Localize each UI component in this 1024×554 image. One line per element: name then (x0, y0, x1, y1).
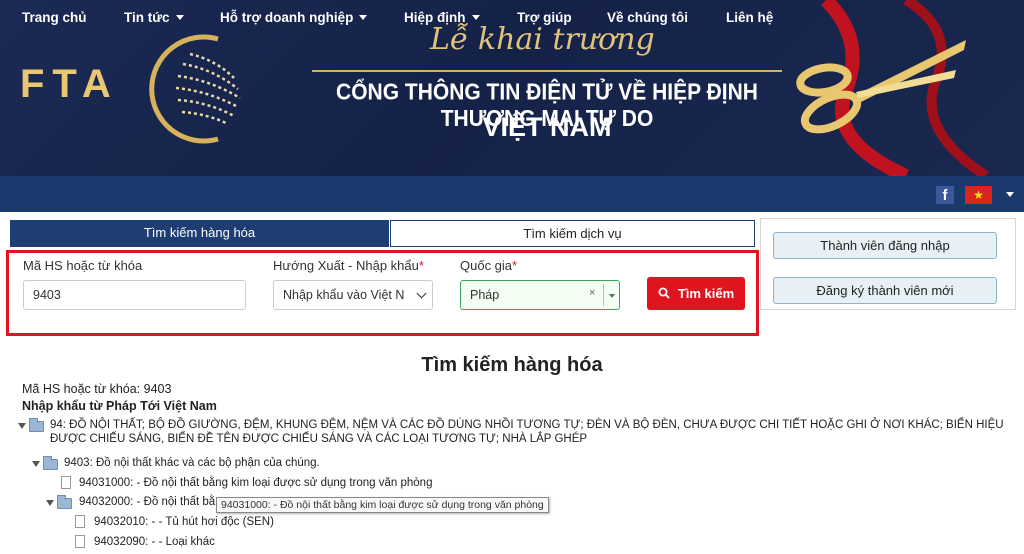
direction-select-value: Nhập khẩu vào Việt N (283, 288, 405, 302)
tab-goods-search[interactable]: Tìm kiếm hàng hóa (10, 220, 389, 247)
nav-agreements[interactable]: Hiệp định (404, 10, 480, 25)
direction-label: Hướng Xuất - Nhập khẩu* (273, 258, 424, 273)
folder-icon (43, 456, 58, 470)
main-navbar (0, 176, 1024, 212)
nav-business-support[interactable]: Hỗ trợ doanh nghiệp (220, 10, 368, 25)
nav-help[interactable]: Trợ giúp (517, 10, 572, 25)
clear-icon[interactable]: × (589, 287, 595, 299)
country-label: Quốc gia* (460, 258, 518, 273)
globe-logo-icon (149, 34, 241, 144)
login-button[interactable]: Thành viên đăng nhập (773, 232, 997, 259)
tooltip: 94031000: - Đồ nội thất bằng kim loại đư… (216, 497, 549, 513)
direction-select[interactable]: Nhập khẩu vào Việt N (273, 280, 433, 310)
file-icon (75, 515, 85, 528)
tree-toggle-icon[interactable] (46, 500, 54, 506)
tree-node-9403[interactable]: 9403: Đồ nội thất khác và các bộ phận củ… (64, 457, 320, 469)
folder-icon (29, 418, 44, 432)
vietnam-flag-icon[interactable]: ★ (965, 186, 992, 204)
facebook-icon[interactable]: f (936, 186, 954, 204)
tab-service-search[interactable]: Tìm kiếm dịch vụ (390, 220, 755, 247)
language-dropdown-icon[interactable] (1006, 192, 1014, 197)
results-title: Tìm kiếm hàng hóa (421, 354, 603, 376)
chevron-down-icon (359, 15, 368, 20)
headline-sub: VIỆT NAM (482, 112, 612, 142)
file-icon (75, 535, 85, 548)
hs-code-label: Mã HS hoặc từ khóa (23, 258, 143, 273)
query-summary: Mã HS hoặc từ khóa: 9403 (22, 382, 172, 396)
dropdown-arrow-icon[interactable] (609, 294, 615, 298)
chevron-down-icon (175, 15, 184, 20)
chevron-down-icon (416, 288, 427, 299)
nav-news[interactable]: Tin tức (124, 10, 184, 25)
ribbon-scissors-icon (796, 0, 989, 176)
banner: FTA Lễ khai trương CỔNG THÔNG TIN ĐIỆN T… (0, 0, 1024, 176)
tree-toggle-icon[interactable] (32, 461, 40, 467)
nav-contact[interactable]: Liên hệ (726, 10, 773, 25)
tree-node-94032090[interactable]: 94032090: - - Loại khác (94, 536, 215, 548)
hs-code-input[interactable]: 9403 (23, 280, 246, 310)
headline-script: Lễ khai trương (430, 22, 655, 57)
folder-icon (57, 495, 72, 509)
country-select[interactable]: Pháp (460, 280, 620, 310)
select-separator (603, 284, 604, 306)
tree-node-94032010[interactable]: 94032010: - - Tủ hút hơi độc (SEN) (94, 516, 274, 528)
search-icon (658, 287, 670, 299)
tree-toggle-icon[interactable] (18, 423, 26, 429)
tree-node-94-cont: ĐƯỢC CHIẾU SÁNG, BIỂN ĐỀ TÊN ĐƯỢC CHIẾU … (50, 433, 588, 445)
country-select-value: Pháp (470, 288, 500, 302)
search-button[interactable]: Tìm kiếm (647, 277, 745, 310)
fta-logo[interactable]: FTA (20, 62, 119, 107)
headline-divider (312, 70, 782, 72)
file-icon (61, 476, 71, 489)
nav-home[interactable]: Trang chủ (22, 10, 87, 25)
tree-node-94031000[interactable]: 94031000: - Đồ nội thất bằng kim loại đư… (79, 477, 432, 489)
tree-node-94[interactable]: 94: ĐỒ NỘI THẤT; BỘ ĐỒ GIƯỜNG, ĐỆM, KHUN… (50, 419, 1004, 431)
route-summary: Nhập khẩu từ Pháp Tới Việt Nam (22, 399, 217, 413)
chevron-down-icon (471, 15, 480, 20)
register-button[interactable]: Đăng ký thành viên mới (773, 277, 997, 304)
nav-about[interactable]: Về chúng tôi (607, 10, 688, 25)
tree-node-94032000[interactable]: 94032000: - Đồ nội thất bằ (79, 496, 215, 508)
